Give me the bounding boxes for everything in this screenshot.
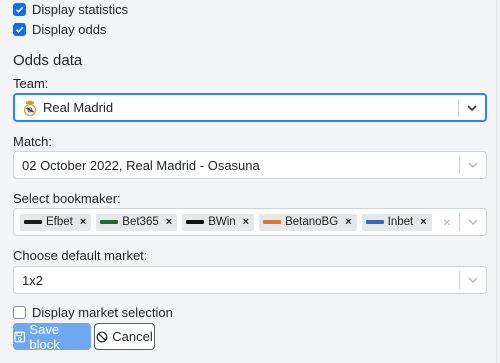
cancel-button[interactable]: Cancel	[94, 323, 155, 350]
team-dropdown-toggle[interactable]	[459, 102, 485, 114]
cancel-label: Cancel	[112, 329, 153, 344]
remove-tag-button[interactable]: ×	[413, 216, 431, 228]
odds-settings-panel: Display statistics Display odds Odds dat…	[0, 0, 497, 363]
bookmaker-multiselect[interactable]: Efbet × Bet365 × BWin × BetanoBG × Inbet	[13, 208, 487, 236]
bookmaker-tag-inbet: Inbet ×	[361, 213, 432, 231]
chevron-down-icon	[468, 162, 478, 168]
match-dropdown-toggle[interactable]	[460, 159, 486, 171]
tag-label: Inbet	[387, 216, 414, 228]
inbet-logo-icon	[365, 220, 384, 224]
display-market-selection-label: Display market selection	[32, 305, 173, 320]
tag-label: Efbet	[46, 216, 73, 228]
save-block-label: Save block	[29, 321, 60, 352]
efbet-logo-icon	[24, 220, 42, 224]
chevron-down-icon	[468, 219, 478, 225]
bookmaker-tag-betanobg: BetanoBG ×	[259, 213, 357, 231]
market-label: Choose default market:	[13, 248, 148, 263]
bookmaker-tags: Efbet × Bet365 × BWin × BetanoBG × Inbet	[14, 213, 435, 231]
bookmaker-label: Select bookmaker:	[13, 191, 121, 206]
bookmaker-tag-bet365: Bet365 ×	[96, 213, 178, 231]
tag-label: BWin	[208, 216, 236, 228]
tag-label: BetanoBG	[285, 216, 339, 228]
bookmaker-tag-efbet: Efbet ×	[20, 213, 92, 231]
section-title: Odds data	[13, 52, 83, 69]
display-market-selection-option[interactable]: Display market selection	[13, 305, 173, 320]
chevron-down-icon	[468, 277, 478, 283]
bwin-logo-icon	[186, 220, 205, 224]
market-select[interactable]: 1x2	[13, 266, 487, 294]
team-label: Team:	[13, 76, 49, 91]
display-odds-option[interactable]: Display odds	[13, 22, 106, 37]
display-statistics-checkbox[interactable]	[13, 3, 26, 16]
save-block-button[interactable]: Save block	[13, 321, 91, 352]
display-odds-label: Display odds	[32, 22, 107, 37]
real-madrid-crest-icon	[23, 100, 37, 116]
match-select[interactable]: 02 October 2022, Real Madrid - Osasuna	[13, 151, 487, 179]
market-select-value: 1x2	[22, 272, 43, 288]
remove-tag-button[interactable]: ×	[236, 216, 254, 228]
check-icon	[15, 26, 24, 33]
bet365-logo-icon	[100, 220, 119, 224]
display-statistics-label: Display statistics	[32, 2, 129, 17]
tag-label: Bet365	[122, 216, 159, 228]
display-odds-checkbox[interactable]	[13, 23, 26, 36]
match-label: Match:	[13, 134, 53, 149]
cancel-icon	[96, 331, 108, 342]
remove-tag-button[interactable]: ×	[338, 216, 356, 228]
display-statistics-option[interactable]: Display statistics	[13, 2, 128, 17]
market-dropdown-toggle[interactable]	[460, 274, 486, 286]
remove-tag-button[interactable]: ×	[159, 216, 177, 228]
team-select-value: Real Madrid	[15, 99, 458, 117]
bookmaker-tag-bwin: BWin ×	[182, 213, 255, 231]
bookmaker-dropdown-toggle[interactable]	[460, 216, 486, 228]
clear-all-button[interactable]: ×	[435, 214, 459, 230]
betano-logo-icon	[263, 220, 282, 224]
chevron-down-icon	[467, 104, 477, 111]
save-icon	[14, 331, 26, 342]
match-select-value: 02 October 2022, Real Madrid - Osasuna	[22, 157, 260, 173]
team-select[interactable]: Real Madrid	[13, 93, 487, 122]
display-market-selection-checkbox[interactable]	[13, 306, 26, 319]
team-name: Real Madrid	[43, 100, 114, 115]
remove-tag-button[interactable]: ×	[73, 216, 91, 228]
check-icon	[15, 6, 24, 13]
